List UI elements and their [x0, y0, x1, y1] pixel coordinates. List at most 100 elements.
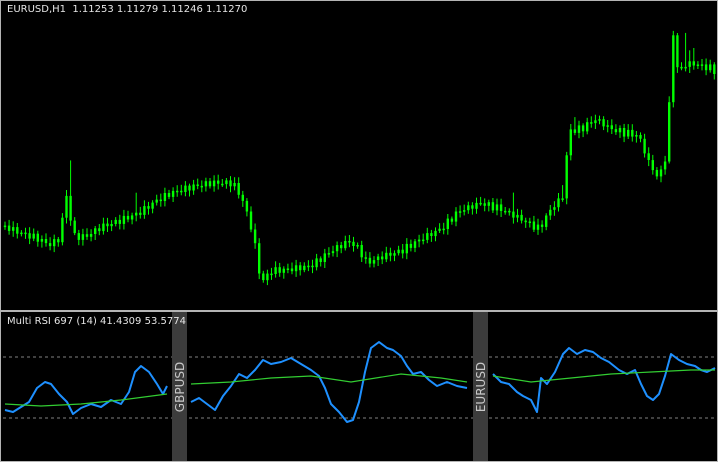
- price-candle: [274, 261, 277, 278]
- price-candle: [536, 218, 540, 235]
- chart-window[interactable]: EURUSD,H1 1.11253 1.11279 1.11246 1.1127…: [0, 0, 718, 462]
- price-candle: [692, 48, 695, 70]
- price-candle: [622, 123, 626, 143]
- price-candle: [704, 58, 708, 76]
- price-candle: [516, 208, 519, 223]
- price-candle: [627, 124, 630, 139]
- price-candle: [139, 206, 142, 219]
- price-candle: [290, 262, 294, 275]
- price-candle: [126, 210, 130, 223]
- price-candle: [647, 147, 650, 167]
- price-candle: [590, 116, 593, 128]
- price-candle: [212, 175, 216, 192]
- price-candle: [335, 241, 339, 258]
- price-candle: [36, 230, 39, 247]
- price-candle: [16, 223, 19, 239]
- price-candle: [73, 217, 76, 236]
- price-candle: [32, 228, 35, 242]
- price-candle: [368, 252, 372, 268]
- price-candle: [167, 189, 171, 200]
- price-candle: [98, 224, 101, 236]
- indicator-window[interactable]: GBPUSD EURUSD Multi RSI 697 (14) 41.4309 …: [0, 311, 718, 462]
- price-candle: [217, 174, 220, 190]
- price-candle: [208, 178, 212, 189]
- price-candle: [196, 178, 199, 190]
- price-candle: [643, 133, 646, 158]
- price-candle: [557, 193, 560, 212]
- price-candle: [319, 256, 322, 267]
- price-candle: [458, 205, 462, 218]
- price-candle: [499, 198, 503, 217]
- price-candle: [159, 193, 162, 207]
- price-candle: [258, 238, 261, 280]
- price-candle: [61, 213, 64, 246]
- price-candle: [450, 216, 454, 225]
- main-price-chart[interactable]: EURUSD,H1 1.11253 1.11279 1.11246 1.1127…: [0, 0, 718, 311]
- price-candle: [508, 208, 511, 216]
- price-candle: [262, 270, 265, 283]
- price-candle: [221, 179, 224, 187]
- price-candle: [249, 206, 253, 233]
- price-candle: [594, 114, 597, 129]
- indicator-header: Multi RSI 697 (14) 41.4309 53.5774: [7, 316, 186, 327]
- price-candle: [94, 226, 97, 240]
- price-candle: [163, 187, 167, 207]
- price-candle: [40, 235, 44, 248]
- price-candle: [659, 165, 663, 183]
- price-candle: [397, 245, 400, 256]
- multi-rsi-chart[interactable]: GBPUSD EURUSD: [1, 312, 717, 461]
- price-candle: [491, 198, 495, 213]
- price-candle: [233, 177, 236, 191]
- price-candle: [225, 178, 228, 189]
- price-candle: [241, 190, 244, 207]
- price-candle: [171, 187, 175, 202]
- price-candle: [114, 217, 117, 227]
- price-candle: [192, 179, 195, 195]
- price-candle: [143, 200, 146, 219]
- price-candle: [151, 200, 154, 214]
- price-candle: [53, 234, 56, 253]
- price-candle: [122, 209, 126, 230]
- price-candle: [176, 185, 179, 197]
- price-candle: [417, 234, 421, 248]
- price-candle: [467, 201, 470, 214]
- price-candle: [479, 196, 482, 206]
- price-candle: [3, 221, 7, 230]
- price-candle: [409, 239, 413, 252]
- price-candle: [266, 269, 269, 286]
- indicator-name: Multi RSI 697: [7, 316, 74, 327]
- price-candle: [635, 131, 638, 143]
- price-candle: [532, 215, 536, 232]
- indicator-period: (14): [76, 316, 97, 327]
- price-candle: [381, 251, 384, 265]
- price-candle: [413, 239, 417, 253]
- price-candle: [315, 253, 318, 271]
- price-candle: [422, 233, 425, 245]
- price-candle: [700, 59, 704, 71]
- price-candle: [303, 262, 306, 273]
- price-candle: [57, 237, 60, 247]
- price-candle: [69, 160, 72, 226]
- price-candle: [545, 213, 548, 231]
- price-candle: [434, 227, 437, 242]
- price-candle: [709, 59, 712, 73]
- price-candle: [237, 177, 240, 199]
- price-candle: [331, 245, 335, 257]
- price-candle: [610, 119, 613, 134]
- price-candle: [352, 236, 355, 252]
- price-candle: [561, 185, 564, 202]
- price-candle: [393, 250, 396, 262]
- price-candle: [77, 229, 80, 246]
- price-candle: [282, 266, 285, 279]
- price-candle: [327, 247, 331, 258]
- separator-label: EURUSD: [474, 362, 488, 412]
- candlestick-chart[interactable]: [1, 1, 717, 310]
- price-candle: [602, 116, 605, 131]
- price-candle: [684, 32, 687, 72]
- price-candle: [446, 214, 449, 235]
- price-candle: [253, 223, 257, 249]
- price-candle: [528, 217, 531, 228]
- indicator-value-1: 41.4309: [100, 316, 142, 327]
- price-candle: [299, 262, 302, 276]
- price-candle: [311, 259, 314, 274]
